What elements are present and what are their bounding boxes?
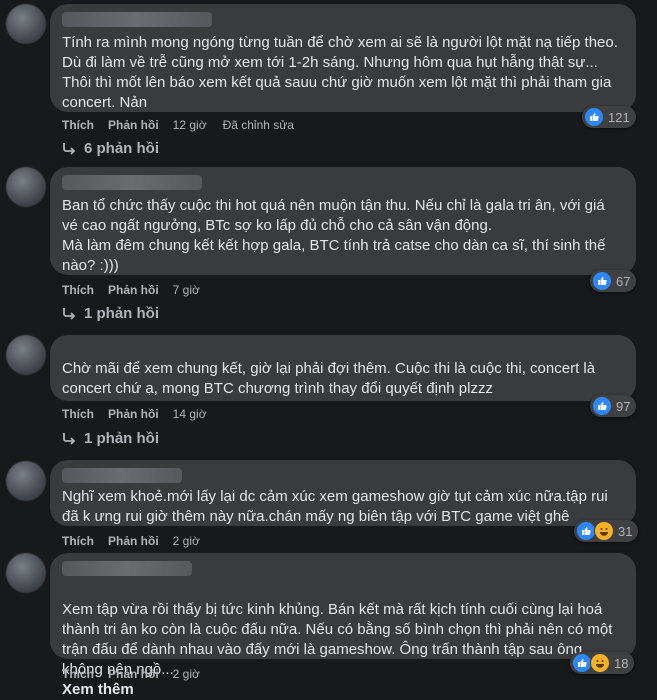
comment-actions: Thích Phản hồi 14 giờ: [62, 406, 223, 422]
view-replies-link[interactable]: 1 phản hồi: [62, 305, 159, 322]
like-reaction-icon: [592, 396, 612, 416]
timestamp[interactable]: 12 giờ: [173, 118, 207, 132]
reaction-count: 97: [616, 398, 631, 414]
comment-actions: Thích Phản hồi 2 giờ: [62, 533, 216, 549]
reaction-summary[interactable]: 18: [570, 652, 635, 674]
avatar[interactable]: [6, 167, 46, 207]
reaction-count: 121: [608, 109, 630, 125]
author-name-blurred[interactable]: [62, 12, 212, 27]
timestamp[interactable]: 14 giờ: [173, 407, 207, 421]
reaction-count: 18: [614, 655, 629, 671]
reaction-count: 67: [616, 273, 631, 289]
reply-button[interactable]: Phản hồi: [108, 283, 159, 297]
author-name-blurred[interactable]: [62, 175, 202, 190]
replies-count-label: 1 phản hồi: [84, 430, 159, 447]
reply-arrow-icon: [63, 142, 76, 155]
reply-arrow-icon: [63, 432, 76, 445]
view-replies-link[interactable]: 1 phản hồi: [62, 430, 159, 447]
comment-text: Chờ mãi để xem chung kết, giờ lại phải đ…: [62, 360, 596, 397]
like-reaction-icon: [576, 521, 596, 541]
author-name-blurred[interactable]: [62, 561, 192, 576]
like-button[interactable]: Thích: [62, 118, 94, 132]
reply-button[interactable]: Phản hồi: [108, 667, 159, 681]
view-replies-link[interactable]: 6 phản hồi: [62, 140, 159, 157]
like-button[interactable]: Thích: [62, 283, 94, 297]
comment-actions: Thích Phản hồi 7 giờ: [62, 282, 216, 298]
avatar[interactable]: [6, 461, 46, 501]
haha-reaction-icon: [594, 521, 614, 541]
timestamp[interactable]: 2 giờ: [173, 667, 200, 681]
comment-text: Nghĩ xem khoẻ.mới lấy lại dc cảm xúc xem…: [62, 488, 608, 525]
reaction-summary[interactable]: 97: [590, 395, 637, 417]
like-reaction-icon: [592, 271, 612, 291]
reaction-summary[interactable]: 31: [574, 520, 639, 542]
comment-bubble: Ban tổ chức thấy cuộc thi hot quá nên mu…: [50, 167, 636, 275]
like-reaction-icon: [584, 107, 604, 127]
comment-actions: Thích Phản hồi 2 giờ: [62, 666, 216, 682]
replies-count-label: 1 phản hồi: [84, 305, 159, 322]
timestamp[interactable]: 2 giờ: [173, 534, 200, 548]
like-button[interactable]: Thích: [62, 407, 94, 421]
comment-text: Tính ra mình mong ngóng từng tuần để chờ…: [62, 34, 618, 111]
comment-bubble: Tính ra mình mong ngóng từng tuần để chờ…: [50, 4, 636, 112]
comment-text: Xem tập vừa rồi thấy bị tức kinh khủng. …: [62, 580, 624, 700]
avatar[interactable]: [6, 4, 46, 44]
reply-arrow-icon: [63, 307, 76, 320]
like-button[interactable]: Thích: [62, 667, 94, 681]
like-button[interactable]: Thích: [62, 534, 94, 548]
reaction-summary[interactable]: 67: [590, 270, 637, 292]
reply-button[interactable]: Phản hồi: [108, 534, 159, 548]
avatar[interactable]: [6, 335, 46, 375]
comment-bubble: Xem tập vừa rồi thấy bị tức kinh khủng. …: [50, 553, 636, 698]
replies-count-label: 6 phản hồi: [84, 140, 159, 157]
reply-button[interactable]: Phản hồi: [108, 407, 159, 421]
edited-label: Đã chỉnh sửa: [222, 118, 294, 132]
comment-actions: Thích Phản hồi 12 giờ Đã chỉnh sửa: [62, 117, 294, 133]
see-more-link[interactable]: Xem thêm: [62, 681, 134, 698]
author-name-blurred[interactable]: [62, 468, 182, 483]
comment-bubble: Nghĩ xem khoẻ.mới lấy lại dc cảm xúc xem…: [50, 460, 636, 526]
reply-button[interactable]: Phản hồi: [108, 118, 159, 132]
haha-reaction-icon: [590, 653, 610, 673]
timestamp[interactable]: 7 giờ: [173, 283, 200, 297]
comment-text: Ban tổ chức thấy cuộc thi hot quá nên mu…: [62, 197, 606, 274]
avatar[interactable]: [6, 553, 46, 593]
comment-bubble: Chờ mãi để xem chung kết, giờ lại phải đ…: [50, 335, 636, 401]
reaction-summary[interactable]: 121: [582, 106, 636, 128]
like-reaction-icon: [572, 653, 592, 673]
reaction-count: 31: [618, 523, 633, 539]
